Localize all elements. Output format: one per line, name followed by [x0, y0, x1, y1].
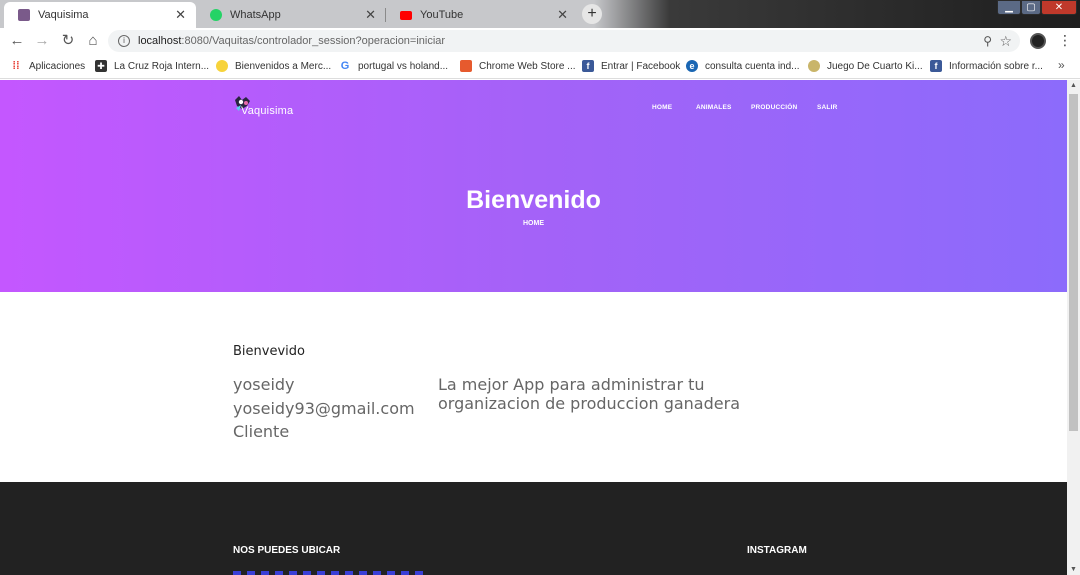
site-footer: NOS PUEDES UBICAR INSTAGRAM — [0, 482, 1067, 575]
bookmark-item-informacion[interactable]: f Información sobre r... — [930, 60, 1043, 72]
minimize-window-button[interactable]: ▁ — [997, 0, 1021, 15]
footer-location-heading: NOS PUEDES UBICAR — [233, 545, 341, 556]
url-text[interactable]: localhost:8080/Vaquitas/controlador_sess… — [138, 30, 445, 52]
scrollbar-thumb[interactable] — [1069, 94, 1078, 431]
breadcrumb[interactable]: HOME — [0, 220, 1067, 227]
chrome-store-icon — [460, 60, 472, 72]
app-tagline: La mejor App para administrar tu organiz… — [438, 375, 740, 413]
tab-vaquisima[interactable]: Vaquisima ✕ — [4, 2, 196, 28]
bookmark-item-chrome-store[interactable]: Chrome Web Store ... — [460, 60, 576, 72]
more-bookmarks-button[interactable]: » — [1058, 58, 1065, 72]
profile-avatar[interactable] — [1030, 33, 1046, 49]
reload-icon[interactable]: ↻ — [59, 32, 77, 50]
nav-home[interactable]: HOME — [652, 104, 672, 111]
bank-icon: e — [686, 60, 698, 72]
address-bar[interactable]: i localhost:8080/Vaquitas/controlador_se… — [108, 30, 1020, 52]
user-role: Cliente — [233, 422, 290, 441]
footer-link-cutoff — [233, 571, 423, 575]
bookmark-label: La Cruz Roja Intern... — [114, 60, 210, 72]
bookmark-label: Información sobre r... — [949, 60, 1043, 72]
tab-title: WhatsApp — [230, 9, 281, 21]
user-name: yoseidy — [233, 375, 295, 394]
welcome-section: Bienvevido yoseidy yoseidy93@gmail.com C… — [0, 292, 1067, 482]
bookmark-item-google[interactable]: G portugal vs holand... — [339, 60, 448, 72]
browser-menu-icon[interactable]: ⋮ — [1058, 32, 1072, 49]
tab-title: Vaquisima — [38, 9, 89, 21]
forward-arrow-icon[interactable]: → — [33, 32, 51, 50]
game-icon — [808, 60, 820, 72]
bookmark-label: Entrar | Facebook — [601, 60, 681, 72]
site-info-icon[interactable]: i — [118, 35, 130, 47]
nav-salir[interactable]: SALIR — [817, 104, 838, 111]
bookmark-label: Bienvenidos a Merc... — [235, 60, 332, 72]
page-scrollbar[interactable]: ▲ ▼ — [1067, 80, 1080, 575]
bookmarks-bar: ⁞⁞ Aplicaciones ✚ La Cruz Roja Intern...… — [0, 54, 1080, 79]
bookmark-item-cruz-roja[interactable]: ✚ La Cruz Roja Intern... — [95, 60, 209, 72]
bookmark-label: Juego De Cuarto Ki... — [827, 60, 923, 72]
whatsapp-favicon-icon — [210, 9, 222, 21]
page-viewport: Vaquisima HOME ANIMALES PRODUCCIÓN SALIR… — [0, 80, 1067, 575]
red-cross-icon: ✚ — [95, 60, 107, 72]
bookmark-label: Aplicaciones — [29, 60, 86, 72]
zoom-icon[interactable]: ⚲ — [983, 30, 992, 52]
tab-whatsapp[interactable]: WhatsApp ✕ — [196, 2, 386, 28]
facebook-icon: f — [930, 60, 942, 72]
scroll-up-icon[interactable]: ▲ — [1070, 82, 1077, 89]
site-logo[interactable]: Vaquisima — [233, 92, 303, 122]
maximize-window-button[interactable]: ▢ — [1021, 0, 1041, 15]
bookmark-item-juego[interactable]: Juego De Cuarto Ki... — [808, 60, 923, 72]
facebook-icon: f — [582, 60, 594, 72]
youtube-favicon-icon — [400, 10, 412, 20]
url-host: localhost — [138, 35, 182, 47]
tab-title: YouTube — [420, 9, 464, 21]
close-window-button[interactable]: ✕ — [1041, 0, 1077, 15]
vaquisima-favicon-icon — [18, 9, 30, 21]
bookmark-star-icon[interactable]: ☆ — [999, 30, 1012, 52]
bookmark-label: Chrome Web Store ... — [479, 60, 576, 72]
mercadolibre-icon — [216, 60, 228, 72]
close-tab-icon[interactable]: ✕ — [365, 7, 376, 23]
back-arrow-icon[interactable]: ← — [8, 32, 26, 50]
scroll-down-icon[interactable]: ▼ — [1070, 566, 1077, 573]
page-title: Bienvenido — [466, 186, 601, 214]
welcome-heading: Bienvevido — [233, 344, 305, 359]
logo-text: Vaquisima — [241, 105, 294, 117]
apps-grid-icon: ⁞⁞ — [12, 60, 20, 72]
tab-youtube[interactable]: YouTube ✕ — [386, 2, 578, 28]
bookmark-item-facebook[interactable]: f Entrar | Facebook — [582, 60, 680, 72]
nav-produccion[interactable]: PRODUCCIÓN — [751, 104, 797, 111]
new-tab-button[interactable]: + — [582, 4, 602, 24]
bookmark-label: portugal vs holand... — [358, 60, 449, 72]
bookmark-item-mercadolibre[interactable]: Bienvenidos a Merc... — [216, 60, 331, 72]
bookmark-item-aplicaciones[interactable]: ⁞⁞ Aplicaciones — [10, 60, 85, 72]
bookmark-item-consulta-cuenta[interactable]: e consulta cuenta ind... — [686, 60, 800, 72]
bookmark-label: consulta cuenta ind... — [705, 60, 800, 72]
browser-toolbar: ← → ↻ ⌂ i localhost:8080/Vaquitas/contro… — [0, 28, 1080, 54]
close-tab-icon[interactable]: ✕ — [557, 7, 568, 23]
footer-instagram-heading: INSTAGRAM — [747, 545, 807, 556]
hero-banner: Vaquisima HOME ANIMALES PRODUCCIÓN SALIR… — [0, 80, 1067, 292]
home-icon[interactable]: ⌂ — [84, 32, 102, 50]
nav-animales[interactable]: ANIMALES — [696, 104, 732, 111]
google-icon: G — [340, 60, 350, 72]
url-path: :8080/Vaquitas/controlador_session?opera… — [181, 35, 446, 47]
tab-strip: Vaquisima ✕ WhatsApp ✕ YouTube ✕ + ▁ ▢ ✕ — [0, 0, 1080, 28]
user-email: yoseidy93@gmail.com — [233, 399, 415, 418]
close-tab-icon[interactable]: ✕ — [175, 7, 186, 23]
